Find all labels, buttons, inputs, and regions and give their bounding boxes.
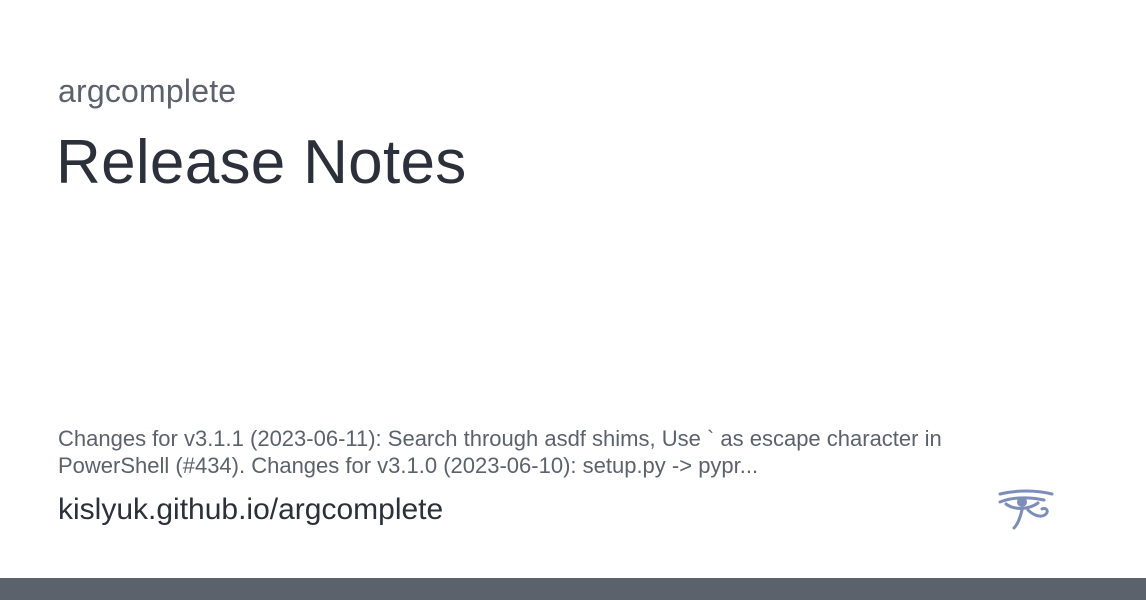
site-name: argcomplete: [58, 73, 237, 109]
page-description: Changes for v3.1.1 (2023-06-11): Search …: [58, 426, 942, 478]
page-title: Release Notes: [56, 128, 467, 197]
social-preview-card: argcomplete Release Notes Changes for v3…: [0, 0, 1146, 578]
eye-of-horus-icon: [996, 488, 1056, 532]
site-url[interactable]: kislyuk.github.io/argcomplete: [58, 490, 443, 530]
bottom-bar: [0, 578, 1146, 600]
